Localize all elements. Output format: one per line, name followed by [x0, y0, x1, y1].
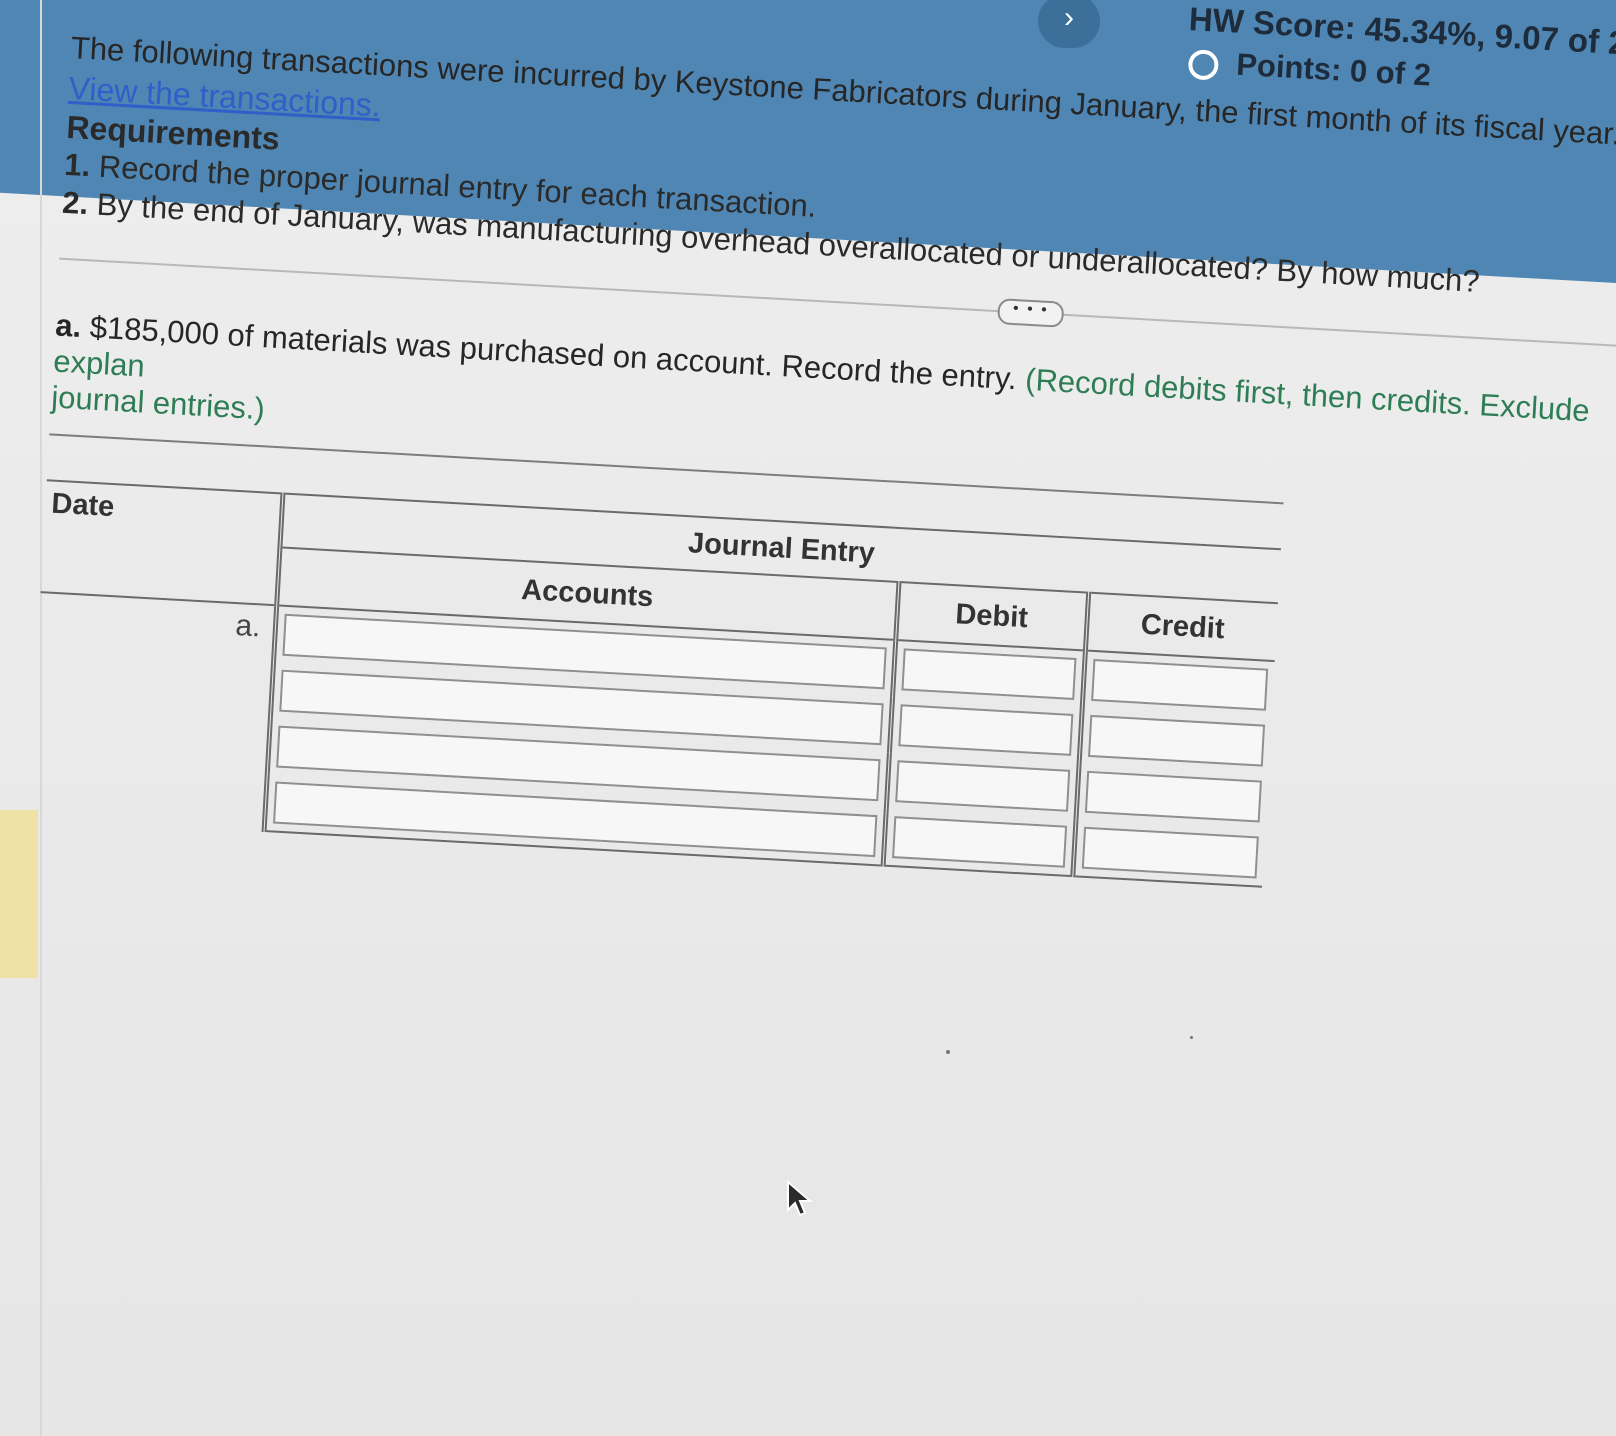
debit-input[interactable]: [900, 648, 1077, 700]
credit-input[interactable]: [1090, 658, 1269, 711]
homework-page: › HW Score: 45.34%, 9.07 of 20 poi Point…: [0, 0, 1616, 1436]
cursor-icon: [787, 1180, 813, 1217]
journal-entry-table: Date Journal Entry Accounts Debit Credit…: [27, 479, 1281, 887]
question-content: The following transactions were incurred…: [27, 30, 1616, 910]
debit-input[interactable]: [897, 704, 1073, 756]
credit-input[interactable]: [1087, 714, 1266, 767]
screen-speck: [1190, 1036, 1193, 1039]
question-text: $185,000 of materials was purchased on a…: [88, 309, 1018, 397]
requirement-number: 1.: [63, 146, 92, 184]
more-button[interactable]: • • •: [997, 298, 1065, 328]
debit-input[interactable]: [894, 760, 1070, 812]
question-prompt: a. $185,000 of materials was purchased o…: [50, 308, 1614, 503]
circle-icon: [1187, 48, 1220, 81]
credit-input[interactable]: [1081, 826, 1259, 879]
requirement-number: 2.: [61, 184, 90, 222]
credit-input[interactable]: [1084, 770, 1262, 823]
question-progress-marker: [0, 810, 38, 978]
debit-input[interactable]: [891, 816, 1067, 868]
question-instruction-cont: journal entries.): [50, 379, 266, 427]
date-column-header: Date: [40, 480, 283, 606]
question-letter: a.: [54, 307, 83, 344]
screen-speck: [946, 1050, 950, 1054]
row-date-label: a.: [27, 592, 277, 831]
chevron-right-icon: ›: [1064, 1, 1074, 34]
credit-column-header: Credit: [1084, 592, 1278, 662]
debit-column-header: Debit: [895, 581, 1089, 651]
next-question-button[interactable]: ›: [1038, 0, 1100, 48]
